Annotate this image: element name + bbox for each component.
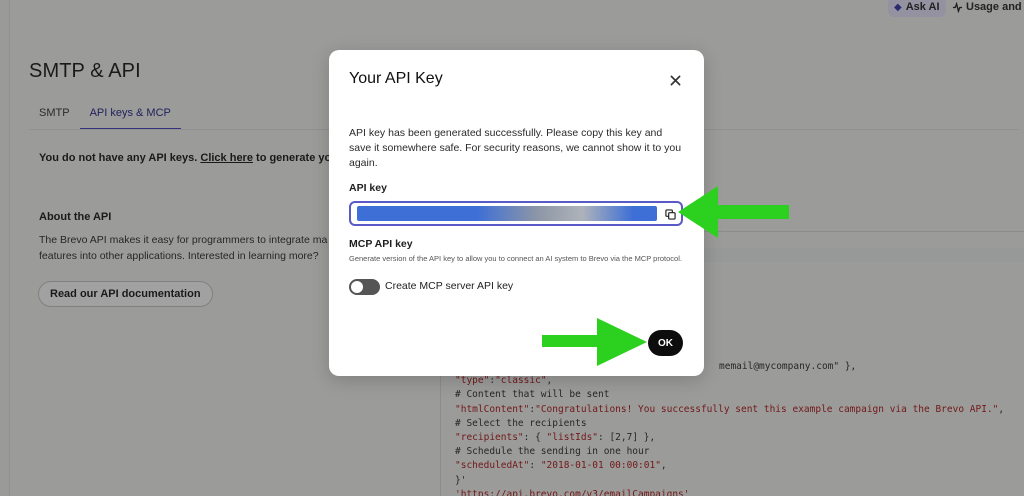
annotation-arrow-to-ok <box>542 318 647 366</box>
copy-icon <box>664 208 676 220</box>
copy-button[interactable] <box>663 207 677 221</box>
ok-button[interactable]: OK <box>648 330 683 356</box>
dialog-title: Your API Key <box>349 70 443 87</box>
close-button[interactable] <box>665 70 685 90</box>
api-key-field[interactable] <box>349 201 683 226</box>
annotation-arrow-to-key <box>678 186 789 238</box>
mcp-toggle[interactable] <box>349 279 380 295</box>
mcp-description: Generate version of the API key to allow… <box>349 254 682 263</box>
success-message: API key has been generated successfully.… <box>349 127 682 169</box>
api-key-label: API key <box>349 182 387 194</box>
api-key-value-redacted[interactable] <box>357 206 657 221</box>
mcp-api-key-label: MCP API key <box>349 238 413 250</box>
close-icon <box>670 75 680 85</box>
toggle-knob <box>351 281 363 293</box>
mcp-toggle-label: Create MCP server API key <box>385 280 514 292</box>
